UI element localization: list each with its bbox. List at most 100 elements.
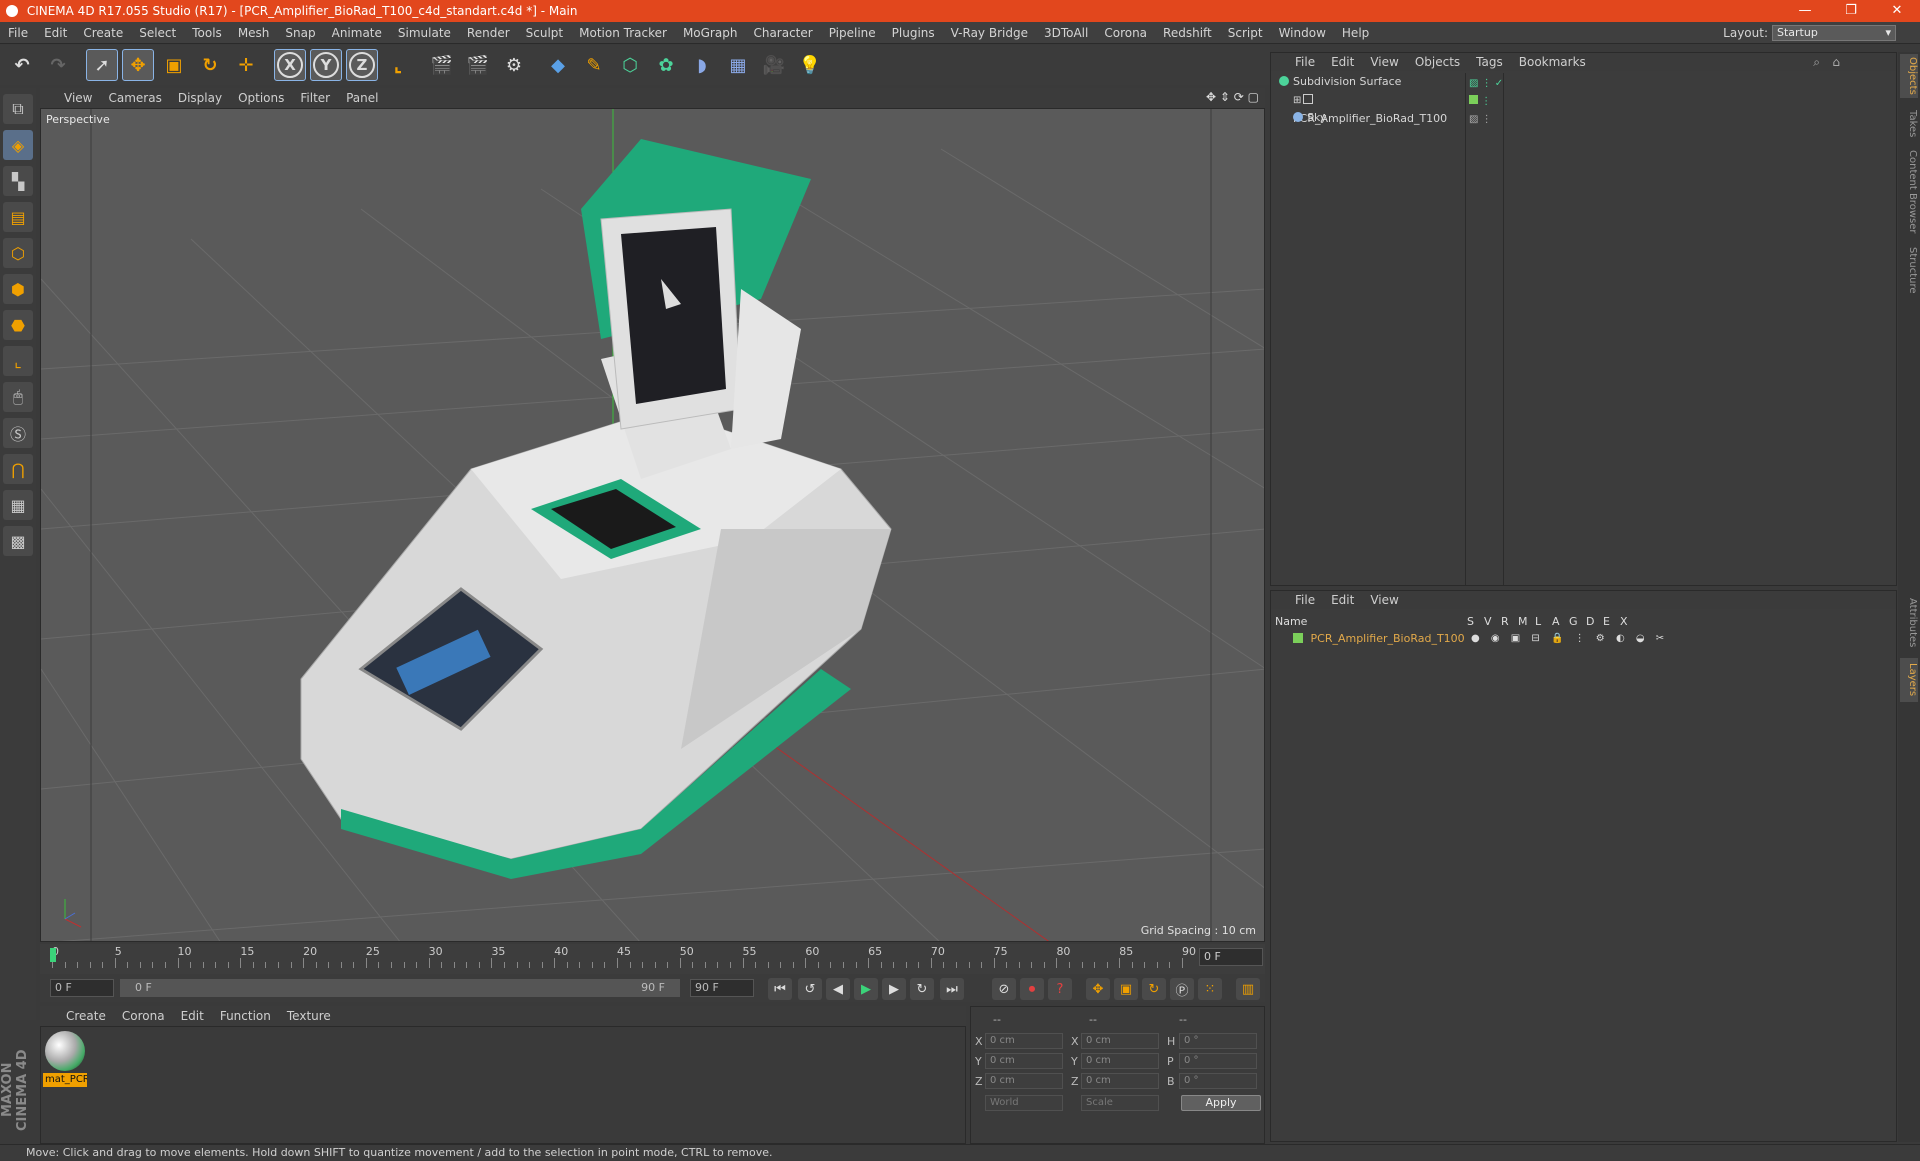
current-frame-field[interactable]: 0 F <box>1199 948 1263 966</box>
x-axis-lock-button[interactable]: X <box>274 49 306 81</box>
autokey-button[interactable]: ⏺ <box>1020 978 1044 1000</box>
menu-mograph[interactable]: MoGraph <box>675 26 746 40</box>
material-preview-ball[interactable] <box>45 1031 85 1071</box>
sky-visibility-toggle[interactable]: ▨ ⋮ <box>1469 111 1503 129</box>
light-object-button[interactable]: 💡 <box>794 49 826 81</box>
deformer-button[interactable]: ◗ <box>686 49 718 81</box>
size-y-field[interactable]: 0 cm <box>1081 1053 1159 1069</box>
rotation-h-field[interactable]: 0 ° <box>1179 1033 1257 1049</box>
magnet-tool-button[interactable]: ⋂ <box>3 454 33 484</box>
next-frame-button[interactable]: ▶ <box>882 978 906 1000</box>
viewport-menu-view[interactable]: View <box>64 91 102 105</box>
menu-pipeline[interactable]: Pipeline <box>821 26 884 40</box>
key-scale-button[interactable]: ▣ <box>1114 978 1138 1000</box>
z-axis-lock-button[interactable]: Z <box>346 49 378 81</box>
points-mode-button[interactable]: ⬡ <box>3 238 33 268</box>
pen-spline-button[interactable]: ✎ <box>578 49 610 81</box>
cloner-button[interactable]: ✿ <box>650 49 682 81</box>
menu-simulate[interactable]: Simulate <box>390 26 459 40</box>
material-menu-corona[interactable]: Corona <box>122 1009 165 1023</box>
next-key-button[interactable]: ↻ <box>910 978 934 1000</box>
menu-script[interactable]: Script <box>1220 26 1271 40</box>
undo-button[interactable]: ↶ <box>6 49 38 81</box>
size-mode-dropdown[interactable]: Scale <box>1081 1095 1159 1111</box>
rotation-b-field[interactable]: 0 ° <box>1179 1073 1257 1089</box>
timeline-window-button[interactable]: ▥ <box>1236 978 1260 1000</box>
play-button[interactable]: ▶ <box>854 978 878 1000</box>
render-view-button[interactable]: 🎬 <box>426 49 458 81</box>
menu-redshift[interactable]: Redshift <box>1155 26 1220 40</box>
tab-attributes[interactable]: Attributes <box>1900 592 1918 654</box>
tab-objects[interactable]: Objects <box>1900 54 1918 98</box>
size-x-field[interactable]: 0 cm <box>1081 1033 1159 1049</box>
redo-button[interactable]: ↷ <box>42 49 74 81</box>
position-x-field[interactable]: 0 cm <box>985 1033 1063 1049</box>
edges-mode-button[interactable]: ⬢ <box>3 274 33 304</box>
viewport-menu-options[interactable]: Options <box>238 91 294 105</box>
go-to-start-button[interactable]: ⏮ <box>768 978 792 1000</box>
menu-help[interactable]: Help <box>1334 26 1377 40</box>
object-home-icon[interactable]: ⌂ <box>1832 55 1840 69</box>
coordinate-system-button[interactable]: ⌞ <box>382 49 414 81</box>
menu-snap[interactable]: Snap <box>277 26 323 40</box>
objects-menu-edit[interactable]: Edit <box>1331 55 1354 69</box>
object-row-sky[interactable]: Sky <box>1271 109 1461 127</box>
menu-select[interactable]: Select <box>131 26 184 40</box>
move-tool[interactable]: ✥ <box>122 49 154 81</box>
make-editable-button[interactable]: ⧉ <box>3 94 33 124</box>
material-menu-create[interactable]: Create <box>66 1009 106 1023</box>
menu-character[interactable]: Character <box>745 26 820 40</box>
polygons-mode-button[interactable]: ⬣ <box>3 310 33 340</box>
viewport-menu-panel[interactable]: Panel <box>346 91 388 105</box>
objects-menu-view[interactable]: View <box>1370 55 1398 69</box>
previous-key-button[interactable]: ↺ <box>798 978 822 1000</box>
layer-toggle-icons[interactable]: ● ◉ ▣ ⊟ 🔒 ⋮ ⚙ ◐ ◒ ✂ <box>1471 631 1668 647</box>
column-divider[interactable] <box>1465 73 1466 585</box>
layout-dropdown[interactable]: Startup <box>1772 25 1896 41</box>
subdivision-visibility-toggle[interactable]: ▨ ⋮ ✓ <box>1469 75 1503 93</box>
menu-animate[interactable]: Animate <box>324 26 390 40</box>
menu-tools[interactable]: Tools <box>184 26 230 40</box>
rotation-p-field[interactable]: 0 ° <box>1179 1053 1257 1069</box>
live-selection-tool[interactable]: ➚ <box>86 49 118 81</box>
scale-tool[interactable]: ▣ <box>158 49 190 81</box>
close-button[interactable]: ✕ <box>1874 0 1920 22</box>
position-z-field[interactable]: 0 cm <box>985 1073 1063 1089</box>
menu-3dtoall[interactable]: 3DToAll <box>1036 26 1096 40</box>
viewport-menu-cameras[interactable]: Cameras <box>108 91 171 105</box>
tab-structure[interactable]: Structure <box>1900 242 1918 298</box>
apply-button[interactable]: Apply <box>1181 1095 1261 1111</box>
layer-name[interactable]: PCR_Amplifier_BioRad_T100 <box>1311 632 1465 645</box>
keyframe-selection-button[interactable]: ? <box>1048 978 1072 1000</box>
viewport-menu-filter[interactable]: Filter <box>300 91 340 105</box>
key-rotation-button[interactable]: ↻ <box>1142 978 1166 1000</box>
material-name[interactable]: mat_PCR <box>43 1073 87 1087</box>
menu-mesh[interactable]: Mesh <box>230 26 278 40</box>
material-menu-texture[interactable]: Texture <box>287 1009 331 1023</box>
playhead-marker[interactable] <box>50 948 56 962</box>
object-row-subdivision-surface[interactable]: Subdivision Surface <box>1271 73 1461 91</box>
tab-content-browser[interactable]: Content Browser <box>1900 148 1918 236</box>
texture-mode-button[interactable]: ▚ <box>3 166 33 196</box>
menu-window[interactable]: Window <box>1271 26 1334 40</box>
position-y-field[interactable]: 0 cm <box>985 1053 1063 1069</box>
render-picture-viewer-button[interactable]: 🎬 <box>462 49 494 81</box>
floor-object-button[interactable]: ▦ <box>722 49 754 81</box>
object-search-icon[interactable]: ⌕ <box>1813 55 1820 70</box>
camera-object-button[interactable]: 🎥 <box>758 49 790 81</box>
object-row-pcr-amplifier[interactable]: ⊞PCR_Amplifier_BioRad_T100 <box>1271 91 1461 125</box>
layers-menu-view[interactable]: View <box>1370 593 1398 607</box>
record-keys-button[interactable]: ⊘ <box>992 978 1016 1000</box>
column-divider[interactable] <box>1503 73 1504 585</box>
objects-menu-tags[interactable]: Tags <box>1476 55 1503 69</box>
frame-range-slider[interactable]: 0 F 90 F <box>120 979 680 997</box>
timeline-ruler[interactable]: 051015202530354045505560657075808590 0 F <box>40 944 1265 974</box>
pcr-amplifier-model[interactable] <box>300 139 892 879</box>
render-settings-button[interactable]: ⚙ <box>498 49 530 81</box>
subdivision-surface-button[interactable]: ⬡ <box>614 49 646 81</box>
snapping-button[interactable]: Ⓢ <box>3 418 33 448</box>
model-mode-button[interactable]: ◈ <box>3 130 33 160</box>
tab-takes[interactable]: Takes <box>1900 104 1918 144</box>
viewport-nav-icons[interactable]: ✥ ⇕ ⟳ ▢ <box>1206 90 1259 104</box>
cube-object-button[interactable]: ◆ <box>542 49 574 81</box>
